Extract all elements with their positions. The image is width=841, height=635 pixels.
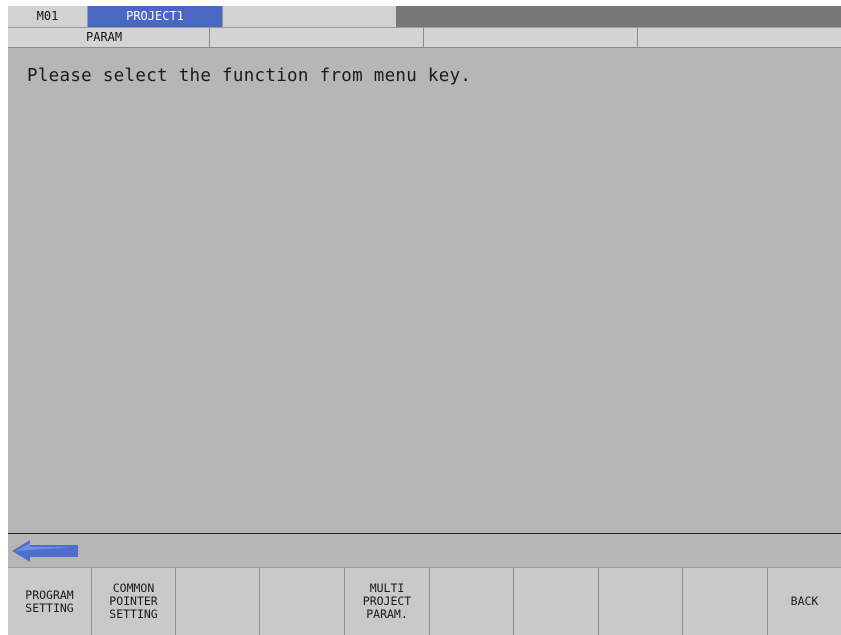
header-fill xyxy=(396,6,841,27)
subheader-segment-2 xyxy=(210,28,424,47)
softkey-label: PROGRAM SETTING xyxy=(25,587,74,615)
left-arrow-icon xyxy=(12,540,78,562)
header-bar: M01 PROJECT1 xyxy=(8,6,841,27)
softkey-label: COMMON POINTER SETTING xyxy=(109,581,158,621)
softkey-common-pointer-setting[interactable]: COMMON POINTER SETTING xyxy=(92,568,176,635)
softkey-multi-project-param[interactable]: MULTI PROJECT PARAM. xyxy=(345,568,430,635)
header-empty-tab xyxy=(222,6,396,27)
back-arrow-button[interactable] xyxy=(12,540,78,562)
softkey-6[interactable] xyxy=(430,568,514,635)
softkey-4[interactable] xyxy=(260,568,345,635)
subheader-bar: PARAM xyxy=(8,27,841,48)
softkey-7[interactable] xyxy=(514,568,599,635)
project-tab[interactable]: PROJECT1 xyxy=(88,6,222,27)
subheader-segment-3 xyxy=(424,28,638,47)
subheader-segment-4 xyxy=(638,28,841,47)
subheader-param: PARAM xyxy=(8,28,210,47)
softkey-3[interactable] xyxy=(176,568,260,635)
softkey-back[interactable]: BACK xyxy=(768,568,841,635)
navigation-strip xyxy=(8,534,841,567)
softkey-9[interactable] xyxy=(683,568,768,635)
softkey-label: MULTI PROJECT PARAM. xyxy=(362,581,412,621)
hmi-screen: M01 PROJECT1 PARAM Please select the fun… xyxy=(8,6,841,635)
instruction-message: Please select the function from menu key… xyxy=(27,66,472,86)
softkey-8[interactable] xyxy=(599,568,683,635)
machine-label: M01 xyxy=(8,6,88,27)
softkey-label: BACK xyxy=(790,594,819,608)
softkey-bar: PROGRAM SETTING COMMON POINTER SETTING M… xyxy=(8,567,841,635)
softkey-program-setting[interactable]: PROGRAM SETTING xyxy=(8,568,92,635)
